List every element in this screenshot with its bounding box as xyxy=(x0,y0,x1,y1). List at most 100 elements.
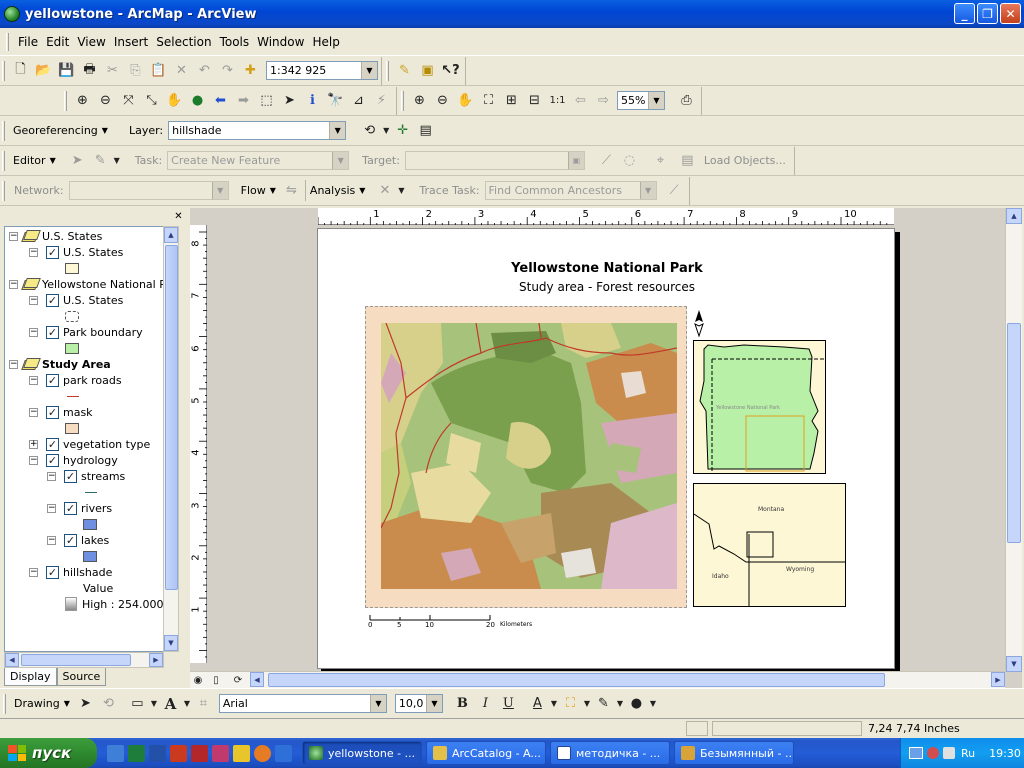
editor-toolbar-icon[interactable]: ✎ xyxy=(393,59,416,82)
app-icon[interactable] xyxy=(233,744,250,762)
add-data-icon[interactable]: ✚ xyxy=(239,59,262,82)
chevron-down-icon[interactable]: ▼ xyxy=(211,182,228,199)
marker-color-dropdown-icon[interactable]: ▼ xyxy=(648,692,658,715)
word-icon[interactable] xyxy=(149,744,166,762)
layout-view-icon[interactable]: ▯ xyxy=(208,672,224,688)
toolbar-grip[interactable] xyxy=(2,120,5,141)
copy-icon[interactable]: ⎘ xyxy=(124,59,147,82)
collapse-icon[interactable]: − xyxy=(29,247,38,257)
editor-menu[interactable]: Editor ▼ xyxy=(9,150,60,171)
hyperlink-icon[interactable]: ⚡ xyxy=(370,89,393,112)
symbol-swatch[interactable] xyxy=(83,518,97,530)
clock[interactable]: 19:30 xyxy=(989,747,1021,760)
collapse-icon[interactable]: − xyxy=(47,503,56,513)
layout-horizontal-scrollbar[interactable]: ◉ ▯ ⟳ ◀ ▶ xyxy=(190,671,1005,688)
collapse-icon[interactable]: − xyxy=(9,359,18,369)
data-view-icon[interactable]: ◉ xyxy=(190,672,206,688)
select-elements-icon[interactable]: ➤ xyxy=(278,89,301,112)
vertical-ruler[interactable]: 8 7 6 5 4 3 2 1 xyxy=(190,225,207,663)
layer-select[interactable]: hillshade ▼ xyxy=(168,121,347,140)
identify-icon[interactable]: ℹ xyxy=(301,89,324,112)
chevron-down-icon[interactable]: ▼ xyxy=(361,62,377,79)
vegetation-map[interactable] xyxy=(381,323,677,589)
task-arcmap[interactable]: yellowstone - ... xyxy=(302,741,422,765)
collapse-icon[interactable]: − xyxy=(47,471,56,481)
toolbar-grip[interactable] xyxy=(401,90,404,111)
collapse-icon[interactable]: − xyxy=(29,455,38,465)
measure-icon[interactable]: ⊿ xyxy=(347,89,370,112)
app-icon[interactable] xyxy=(212,744,229,762)
toolbar-grip[interactable] xyxy=(2,60,5,81)
text-dropdown-icon[interactable]: ▼ xyxy=(182,692,192,715)
menu-insert[interactable]: Insert xyxy=(110,33,152,51)
powerpoint-icon[interactable] xyxy=(170,744,187,762)
line-color-icon[interactable]: ✎ xyxy=(592,692,615,715)
toc-data-frame[interactable]: − Study Area xyxy=(9,356,111,372)
rectangle-dropdown-icon[interactable]: ▼ xyxy=(149,692,159,715)
symbol-swatch[interactable] xyxy=(65,262,79,274)
start-button[interactable]: пуск xyxy=(0,738,97,768)
load-objects-icon[interactable]: ▤ xyxy=(676,149,699,172)
find-icon[interactable]: 🔭 xyxy=(324,89,347,112)
toolbar-grip[interactable] xyxy=(3,693,6,714)
toc-hscroll-thumb[interactable] xyxy=(21,654,131,666)
zoom-whole-page-icon[interactable]: ⛶ xyxy=(477,89,500,112)
scroll-right-icon[interactable]: ▶ xyxy=(149,653,163,667)
toolbar-grip[interactable] xyxy=(2,180,5,201)
cut-icon[interactable]: ✂ xyxy=(101,59,124,82)
task-word-document[interactable]: методичка - ... xyxy=(550,741,670,765)
forward-extent-icon[interactable]: ➡ xyxy=(232,89,255,112)
chevron-down-icon[interactable]: ▼ xyxy=(329,122,346,139)
marker-color-icon[interactable]: ● xyxy=(625,692,648,715)
whats-this-icon[interactable]: ↖? xyxy=(439,59,462,82)
scroll-up-icon[interactable]: ▲ xyxy=(164,227,178,243)
back-extent-icon[interactable]: ⬅ xyxy=(209,89,232,112)
select-features-icon[interactable]: ⬚ xyxy=(255,89,278,112)
toc-layer[interactable]: + vegetation type xyxy=(29,436,150,452)
states-inset-data-frame[interactable]: Montana Idaho Wyoming xyxy=(693,483,846,607)
toolbar-grip[interactable] xyxy=(64,90,67,111)
menu-file[interactable]: File xyxy=(14,33,42,51)
attributes-icon[interactable]: ⌖ xyxy=(649,149,672,172)
layer-visibility-checkbox[interactable] xyxy=(46,437,59,451)
close-icon[interactable]: ✕ xyxy=(172,210,185,223)
color-ramp[interactable] xyxy=(65,597,77,611)
scale-bar[interactable]: 0 5 10 20 Kilometers xyxy=(368,612,568,638)
font-color-dropdown-icon[interactable]: ▼ xyxy=(549,692,559,715)
zoom-percent-combo[interactable]: 55% ▼ xyxy=(617,91,665,110)
collapse-icon[interactable]: − xyxy=(9,231,18,241)
network-icon[interactable] xyxy=(909,747,923,759)
load-objects-button[interactable]: Load Objects... xyxy=(699,154,791,167)
browser-icon[interactable] xyxy=(254,744,271,762)
zoom-100-icon[interactable]: 1:1 xyxy=(546,89,569,112)
rotate-dropdown-icon[interactable]: ▼ xyxy=(381,119,391,142)
north-arrow[interactable] xyxy=(694,309,704,338)
layer-visibility-checkbox[interactable] xyxy=(46,293,59,307)
symbol-swatch[interactable] xyxy=(65,310,79,322)
toc-data-frame[interactable]: − U.S. States xyxy=(9,228,102,244)
fill-color-dropdown-icon[interactable]: ▼ xyxy=(582,692,592,715)
toc-layer[interactable]: − mask xyxy=(29,404,93,420)
text-icon[interactable]: A xyxy=(159,692,182,715)
toc-layer[interactable]: − hydrology xyxy=(29,452,118,468)
layout-pan-icon[interactable]: ✋ xyxy=(454,89,477,112)
park-inset-data-frame[interactable]: Yellowstone National Park xyxy=(693,340,826,474)
toc-sublayer[interactable]: − rivers xyxy=(47,500,112,516)
collapse-icon[interactable]: − xyxy=(29,407,38,417)
menu-window[interactable]: Window xyxy=(253,33,308,51)
zoom-out-icon[interactable]: ⊖ xyxy=(94,89,117,112)
toc-layer[interactable]: − U.S. States xyxy=(29,292,123,308)
scroll-right-icon[interactable]: ▶ xyxy=(991,672,1005,687)
maximize-button[interactable]: ❐ xyxy=(977,3,998,24)
pan-icon[interactable]: ✋ xyxy=(163,89,186,112)
rotate-icon[interactable]: ⟲ xyxy=(358,119,381,142)
study-area-data-frame[interactable] xyxy=(365,306,687,608)
quick-launch-icon[interactable] xyxy=(107,744,124,762)
toc-layer[interactable]: − park roads xyxy=(29,372,122,388)
chevron-down-icon[interactable]: ▼ xyxy=(425,695,442,712)
layer-visibility-checkbox[interactable] xyxy=(46,373,59,387)
toc-layer[interactable]: − U.S. States xyxy=(29,244,123,260)
solve-icon[interactable]: ⟋ xyxy=(663,179,686,202)
save-icon[interactable]: 💾 xyxy=(55,59,78,82)
scroll-left-icon[interactable]: ◀ xyxy=(5,653,19,667)
